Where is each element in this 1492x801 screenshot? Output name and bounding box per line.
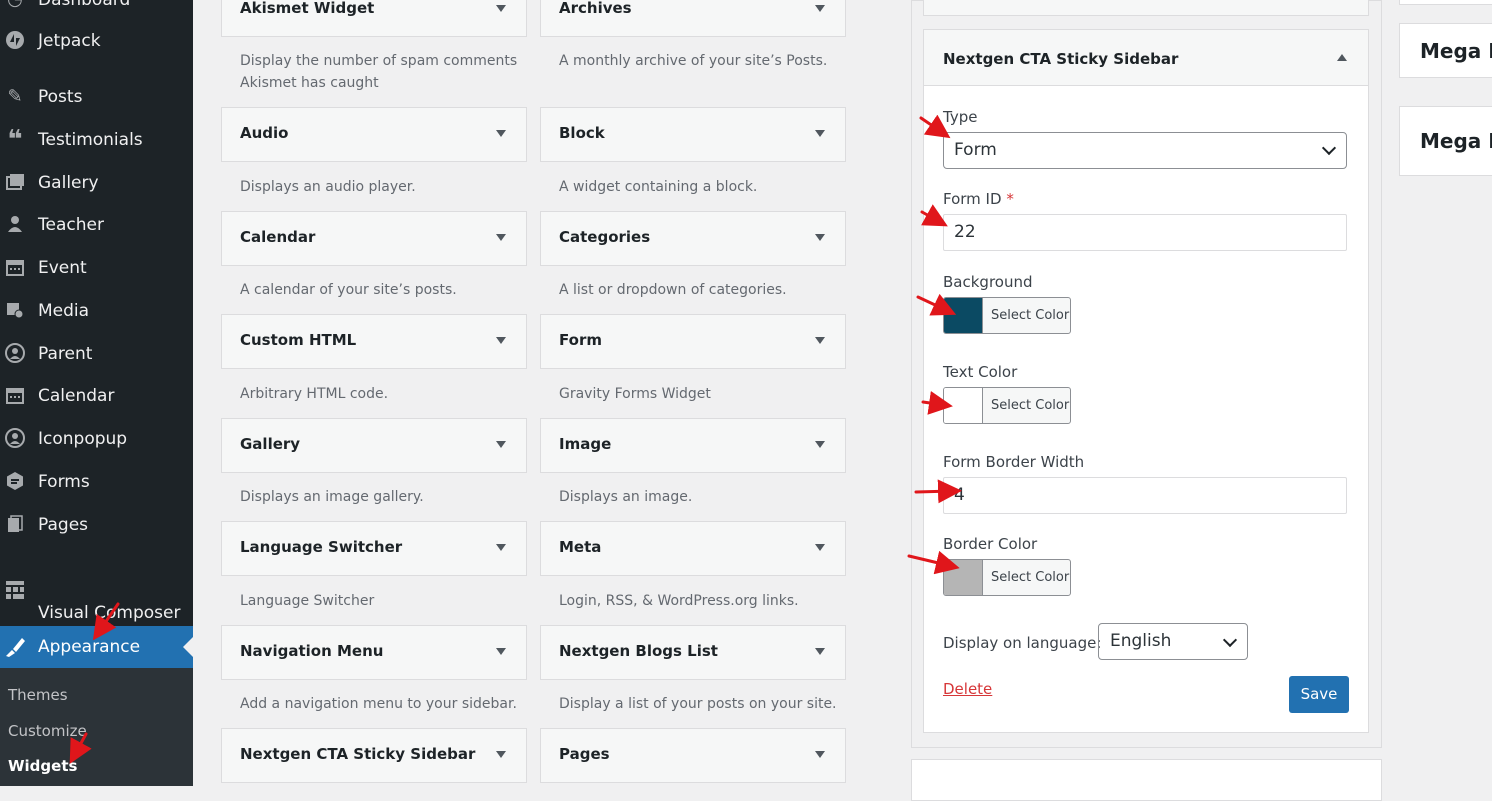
annotation-arrow	[921, 390, 953, 415]
annotation-arrow	[920, 204, 948, 227]
annotation-arrow	[914, 479, 962, 504]
annotation-arrow	[69, 732, 92, 764]
annotation-arrows	[69, 114, 962, 764]
annotation-arrow	[907, 550, 960, 575]
annotation-arrow	[92, 602, 120, 641]
annotation-arrow	[919, 114, 951, 139]
annotation-arrow	[916, 293, 957, 316]
